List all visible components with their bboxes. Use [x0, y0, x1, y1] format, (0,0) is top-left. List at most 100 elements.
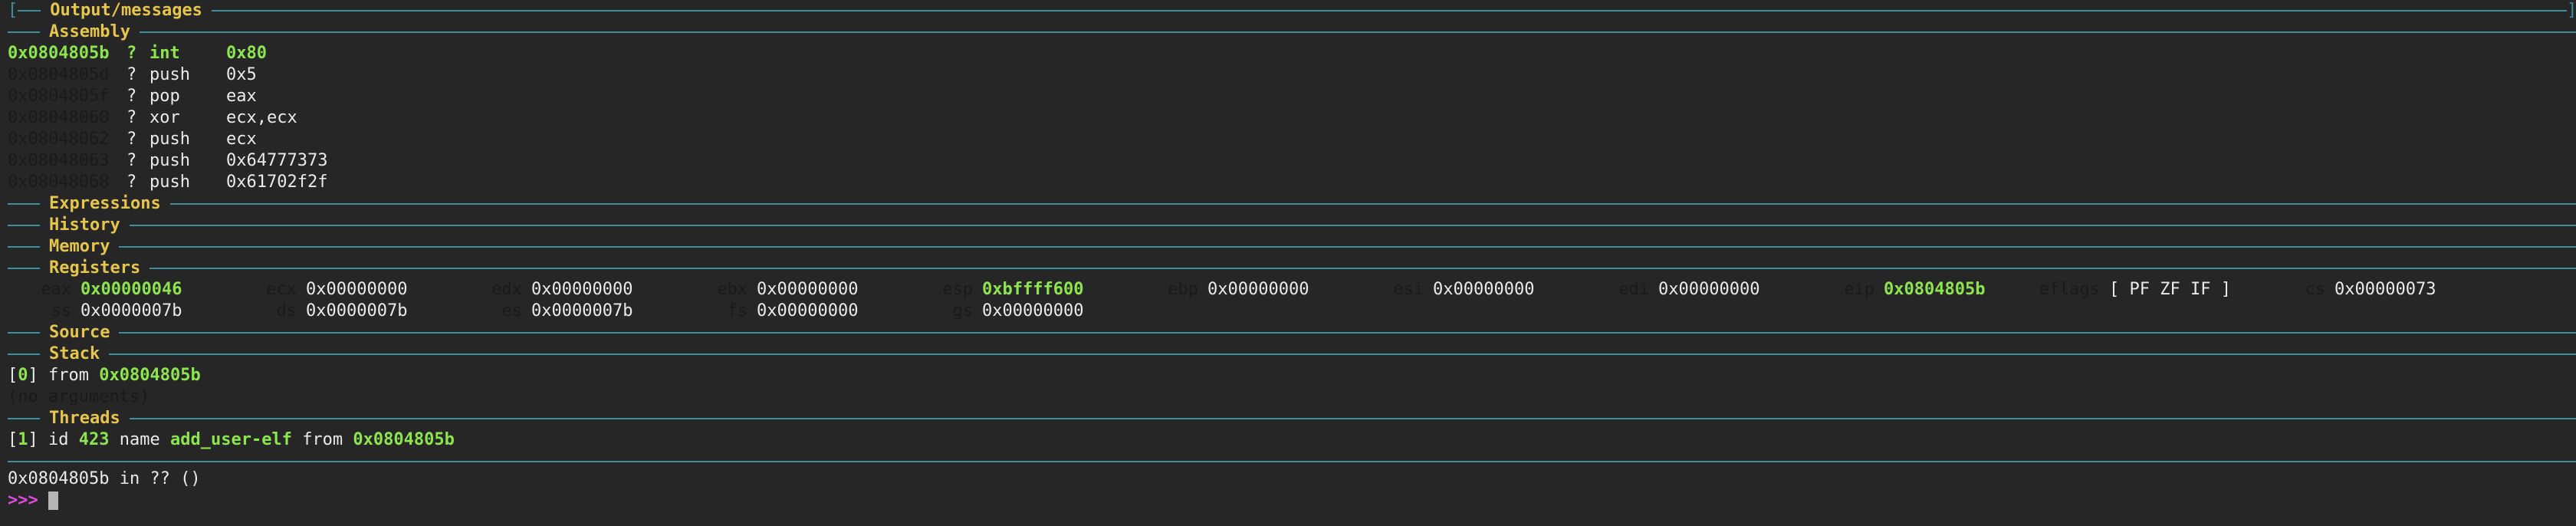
frame-index: 0 [18, 366, 28, 385]
prompt-symbol: >>> [8, 491, 38, 510]
register-ss: ss 0x0000007b [8, 301, 233, 322]
register-name: ecx [266, 280, 297, 299]
asm-operand: ecx,ecx [226, 108, 297, 127]
register-name: eip [1844, 280, 1875, 299]
asm-address: 0x08048068 [8, 173, 110, 192]
register-value: 0xbffff600 [982, 280, 1084, 299]
register-ds: ds 0x0000007b [233, 301, 458, 322]
assembly-listing: 0x0804805b? int 0x80 0x0804805d? push 0x5 0x08… [8, 43, 2576, 193]
register-value: 0x0804805b [1884, 280, 1986, 299]
register-ebx: ebx 0x00000000 [684, 279, 909, 301]
asm-line[interactable]: 0x0804805d? push 0x5 [8, 64, 2576, 86]
thread-id-label: id [48, 430, 69, 449]
asm-operand: 0x5 [226, 65, 257, 84]
section-title: Memory [49, 237, 110, 256]
register-name: edi [1618, 280, 1649, 299]
thread-name: add_user-elf [169, 430, 292, 449]
asm-mnemonic: push [150, 65, 190, 84]
thread-index: 1 [18, 430, 28, 449]
asm-address: 0x0804805f [8, 87, 110, 106]
asm-symbol: ? [127, 44, 137, 63]
thread-entry[interactable]: [1] id 423 name add_user-elf from 0x0804… [8, 429, 2576, 451]
asm-operand: 0x80 [226, 44, 267, 63]
section-title: Expressions [49, 194, 161, 213]
register-name: eax [41, 280, 71, 299]
register-value: 0x0000007b [80, 301, 182, 321]
status-line: 0x0804805b in ?? () [8, 469, 201, 488]
asm-address: 0x08048060 [8, 108, 110, 127]
register-fs: fs 0x00000000 [684, 301, 909, 322]
asm-mnemonic: push [150, 173, 190, 192]
asm-mnemonic: int [150, 44, 180, 63]
section-title: Threads [49, 409, 120, 428]
asm-address: 0x08048063 [8, 151, 110, 170]
asm-operand: ecx [226, 130, 257, 149]
register-ebp: ebp 0x00000000 [1135, 279, 1360, 301]
register-name: ds [276, 301, 297, 321]
register-value: 0x00000000 [982, 301, 1084, 321]
section-stack: Stack [8, 344, 2576, 365]
section-title: Assembly [49, 22, 130, 41]
register-value: 0x00000000 [757, 280, 859, 299]
asm-line[interactable]: 0x08048068? push 0x61702f2f [8, 172, 2576, 193]
register-cs: cs 0x00000073 [2262, 279, 2487, 301]
section-title: History [49, 215, 120, 235]
thread-address: 0x0804805b [353, 430, 455, 449]
register-name: ss [51, 301, 72, 321]
text-cursor[interactable] [48, 491, 58, 510]
asm-operand: 0x64777373 [226, 151, 328, 170]
register-eip: eip 0x0804805b [1811, 279, 2036, 301]
register-name: eflags [2039, 280, 2100, 299]
asm-symbol: ? [127, 87, 137, 106]
register-name: esi [1393, 280, 1424, 299]
asm-mnemonic: xor [150, 108, 180, 127]
register-esp: esp 0xbffff600 [909, 279, 1135, 301]
section-source: Source [8, 322, 2576, 344]
asm-line[interactable]: 0x08048062? push ecx [8, 129, 2576, 150]
asm-mnemonic: push [150, 151, 190, 170]
section-history: History [8, 215, 2576, 236]
register-gs: gs 0x00000000 [909, 301, 1135, 322]
thread-from-label: from [302, 430, 343, 449]
register-edi: edi 0x00000000 [1585, 279, 1811, 301]
thread-name-label: name [119, 430, 160, 449]
register-value: 0x00000000 [1208, 280, 1309, 299]
section-output-messages: [ Output/messages ] [8, 0, 2576, 21]
register-value: 0x0000007b [531, 301, 633, 321]
rule-start-cap: [ [8, 1, 18, 20]
registers-row: eax 0x00000046 ecx 0x00000000 edx 0x00000000 e… [8, 279, 2576, 301]
asm-line[interactable]: 0x0804805f? pop eax [8, 86, 2576, 107]
asm-line[interactable]: 0x08048063? push 0x64777373 [8, 150, 2576, 172]
section-title: Stack [49, 344, 100, 363]
register-edx: edx 0x00000000 [458, 279, 684, 301]
asm-line-current[interactable]: 0x0804805b? int 0x80 [8, 43, 2576, 64]
section-title: Source [49, 323, 110, 342]
asm-address: 0x0804805d [8, 65, 110, 84]
register-value: 0x00000073 [2334, 280, 2436, 299]
asm-address: 0x08048062 [8, 130, 110, 149]
stack-frame[interactable]: [0] from 0x0804805b [8, 365, 2576, 386]
asm-operand: eax [226, 87, 257, 106]
register-name: fs [727, 301, 748, 321]
thread-id: 423 [78, 430, 110, 449]
section-threads: Threads [8, 408, 2576, 429]
section-registers: Registers [8, 258, 2576, 279]
register-es: es 0x0000007b [458, 301, 684, 322]
asm-symbol: ? [127, 151, 137, 170]
command-prompt[interactable]: >>> [8, 490, 2576, 511]
asm-symbol: ? [127, 65, 137, 84]
register-eax: eax 0x00000046 [8, 279, 233, 301]
register-name: ebp [1168, 280, 1198, 299]
dashboard-end-rule [8, 461, 2576, 462]
register-name: ebx [717, 280, 748, 299]
registers-row: ss 0x0000007b ds 0x0000007b es 0x0000007b fs 0x… [8, 301, 2576, 322]
asm-address: 0x0804805b [8, 44, 110, 63]
rule-end-cap: ] [2567, 1, 2576, 20]
register-value: 0x00000000 [757, 301, 859, 321]
asm-symbol: ? [127, 173, 137, 192]
asm-symbol: ? [127, 130, 137, 149]
asm-line[interactable]: 0x08048060? xor ecx,ecx [8, 107, 2576, 129]
register-value: 0x00000000 [1658, 280, 1760, 299]
register-value: 0x00000000 [531, 280, 633, 299]
frame-address: 0x0804805b [99, 366, 201, 385]
